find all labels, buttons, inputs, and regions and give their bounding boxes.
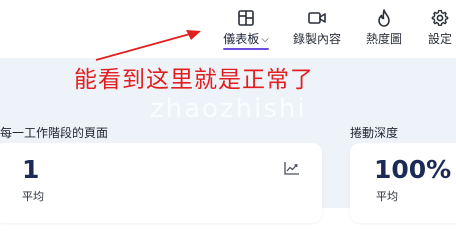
nav-heatmap-label: 熱度圖 — [365, 32, 402, 46]
top-navigation-bar: 儀表板 ⌵ 錄製內容 熱度圖 設定 — [0, 0, 456, 58]
chevron-down-icon: ⌵ — [261, 34, 269, 45]
dashboard-icon — [238, 10, 254, 26]
metric-value: 1 — [22, 155, 40, 184]
nav-settings-label: 設定 — [427, 32, 452, 46]
nav-heatmap[interactable]: 熱度圖 — [364, 8, 404, 50]
nav-dashboard-label: 儀表板 — [223, 32, 260, 46]
nav-recordings-label: 錄製內容 — [292, 32, 341, 46]
section-title-scroll-depth: 捲動深度 — [350, 126, 399, 140]
metric-card-pages-per-session: 1 平均 — [0, 143, 322, 223]
gear-icon — [431, 9, 449, 26]
nav-recordings[interactable]: 錄製內容 — [291, 8, 343, 50]
video-icon — [308, 12, 326, 24]
flame-icon — [378, 9, 390, 27]
metric-caption: 平均 — [376, 190, 398, 203]
active-tab-indicator — [223, 48, 269, 50]
nav-settings[interactable]: 設定 — [426, 8, 454, 50]
metric-value: 100% — [374, 155, 452, 184]
section-title-pages-per-session: 每一工作階段的頁面 — [0, 126, 109, 140]
metric-caption: 平均 — [22, 190, 44, 203]
trend-chart-icon[interactable] — [284, 161, 300, 175]
metric-card-scroll-depth: 100% 平均 — [350, 143, 456, 223]
nav-dashboard[interactable]: 儀表板 ⌵ — [222, 8, 270, 50]
annotation-text: 能看到这里就是正常了 — [74, 67, 314, 93]
